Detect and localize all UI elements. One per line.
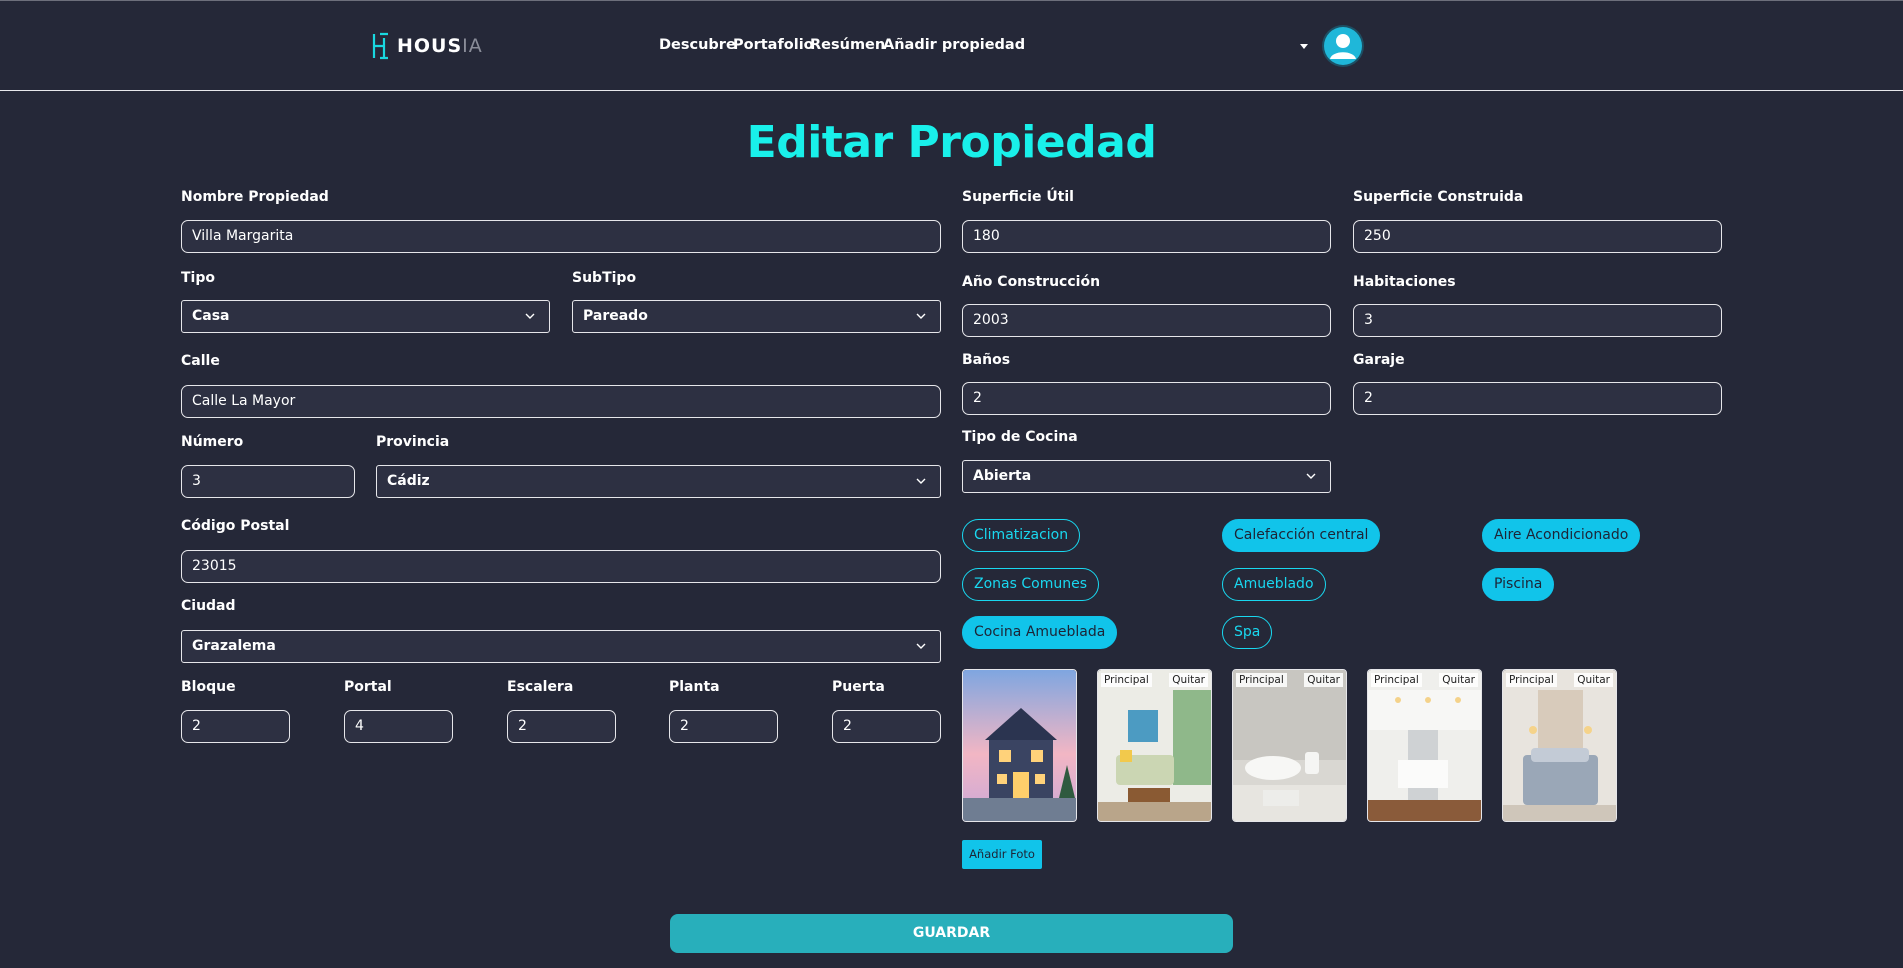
photo-living-room[interactable]: Principal Quitar <box>1097 669 1212 822</box>
label-portal: Portal <box>344 679 392 695</box>
escalera-input[interactable]: 2 <box>507 710 616 743</box>
label-bloque: Bloque <box>181 679 236 695</box>
feature-chip-cocina-amueblada[interactable]: Cocina Amueblada <box>962 616 1118 649</box>
chevron-down-icon <box>916 643 926 649</box>
feature-chip-calefaccion-central[interactable]: Calefacción central <box>1222 519 1381 552</box>
numero-input[interactable]: 3 <box>181 465 355 498</box>
house-exterior-photo <box>963 670 1076 821</box>
remove-photo-button[interactable]: Quitar <box>1574 673 1613 687</box>
label-planta: Planta <box>669 679 720 695</box>
nav-link-anadir-propiedad[interactable]: Añadir propiedad <box>883 37 1025 53</box>
label-escalera: Escalera <box>507 679 574 695</box>
user-avatar-icon <box>1324 27 1362 65</box>
puerta-input[interactable]: 2 <box>832 710 941 743</box>
tipo-select-value: Casa <box>192 308 230 324</box>
label-numero: Número <box>181 434 244 450</box>
feature-chip-climatizacion[interactable]: Climatizacion <box>962 519 1081 552</box>
label-provincia: Provincia <box>376 434 450 450</box>
nav-link-portafolio[interactable]: Portafolio <box>733 37 814 53</box>
feature-chip-piscina[interactable]: Piscina <box>1482 568 1555 601</box>
banos-input[interactable]: 2 <box>962 382 1331 415</box>
ciudad-select[interactable]: Grazalema <box>181 630 941 663</box>
feature-chip-zonas-comunes[interactable]: Zonas Comunes <box>962 568 1099 601</box>
chevron-down-icon <box>1306 473 1316 479</box>
nombre-propiedad-input[interactable]: Villa Margarita <box>181 220 941 253</box>
label-habitaciones: Habitaciones <box>1353 274 1456 290</box>
save-button[interactable]: GUARDAR <box>670 914 1233 953</box>
remove-photo-button[interactable]: Quitar <box>1304 673 1343 687</box>
logo-mark-icon <box>372 32 388 60</box>
remove-photo-button[interactable]: Quitar <box>1169 673 1208 687</box>
nav-link-resumen[interactable]: Resúmen <box>810 37 885 53</box>
logo-text: HOUSIA <box>397 35 483 57</box>
tipo-select[interactable]: Casa <box>181 300 550 333</box>
feature-chip-amueblado[interactable]: Amueblado <box>1222 568 1326 601</box>
bloque-input[interactable]: 2 <box>181 710 290 743</box>
label-puerta: Puerta <box>832 679 885 695</box>
tipo-cocina-select[interactable]: Abierta <box>962 460 1331 493</box>
page-title: Editar Propiedad <box>746 117 1157 168</box>
ano-construccion-input[interactable]: 2003 <box>962 304 1331 337</box>
subtipo-select[interactable]: Pareado <box>572 300 941 333</box>
photo-bathroom[interactable]: Principal Quitar <box>1232 669 1347 822</box>
add-photo-button[interactable]: Añadir Foto <box>962 840 1042 869</box>
calle-input[interactable]: Calle La Mayor <box>181 385 941 418</box>
photo-kitchen[interactable]: Principal Quitar <box>1367 669 1482 822</box>
feature-chip-spa[interactable]: Spa <box>1222 616 1273 649</box>
chevron-down-icon <box>916 478 926 484</box>
habitaciones-input[interactable]: 3 <box>1353 304 1722 337</box>
bathroom-photo <box>1233 670 1346 821</box>
label-garaje: Garaje <box>1353 352 1405 368</box>
set-principal-button[interactable]: Principal <box>1506 673 1557 687</box>
chevron-down-icon <box>525 313 535 319</box>
label-superficie-util: Superficie Útil <box>962 189 1074 205</box>
label-superficie-construida: Superficie Construida <box>1353 189 1524 205</box>
label-codigo-postal: Código Postal <box>181 518 290 534</box>
portal-input[interactable]: 4 <box>344 710 453 743</box>
superficie-util-input[interactable]: 180 <box>962 220 1331 253</box>
user-menu-caret-icon[interactable] <box>1300 44 1308 49</box>
bedroom-photo <box>1503 670 1616 821</box>
label-ano-construccion: Año Construcción <box>962 274 1101 290</box>
set-principal-button[interactable]: Principal <box>1101 673 1152 687</box>
chevron-down-icon <box>916 313 926 319</box>
photo-bedroom[interactable]: Principal Quitar <box>1502 669 1617 822</box>
superficie-construida-input[interactable]: 250 <box>1353 220 1722 253</box>
logo[interactable]: HOUSIA <box>371 31 483 61</box>
living-room-photo <box>1098 670 1211 821</box>
tipo-cocina-select-value: Abierta <box>973 468 1032 484</box>
photo-house-exterior[interactable] <box>962 669 1077 822</box>
set-principal-button[interactable]: Principal <box>1236 673 1287 687</box>
feature-chip-aire-acondicionado[interactable]: Aire Acondicionado <box>1482 519 1641 552</box>
kitchen-photo <box>1368 670 1481 821</box>
planta-input[interactable]: 2 <box>669 710 778 743</box>
label-tipo: Tipo <box>181 270 215 286</box>
garaje-input[interactable]: 2 <box>1353 382 1722 415</box>
label-nombre-propiedad: Nombre Propiedad <box>181 189 329 205</box>
remove-photo-button[interactable]: Quitar <box>1439 673 1478 687</box>
provincia-select[interactable]: Cádiz <box>376 465 941 498</box>
ciudad-select-value: Grazalema <box>192 638 276 654</box>
label-ciudad: Ciudad <box>181 598 236 614</box>
codigo-postal-input[interactable]: 23015 <box>181 550 941 583</box>
set-principal-button[interactable]: Principal <box>1371 673 1422 687</box>
avatar[interactable] <box>1322 25 1364 67</box>
label-calle: Calle <box>181 353 220 369</box>
label-subtipo: SubTipo <box>572 270 637 286</box>
navbar: HOUSIA Descubre Portafolio Resúmen Añadi… <box>0 0 1903 91</box>
nav-link-descubre[interactable]: Descubre <box>659 37 736 53</box>
provincia-select-value: Cádiz <box>387 473 430 489</box>
subtipo-select-value: Pareado <box>583 308 648 324</box>
label-tipo-cocina: Tipo de Cocina <box>962 429 1078 445</box>
label-banos: Baños <box>962 352 1011 368</box>
